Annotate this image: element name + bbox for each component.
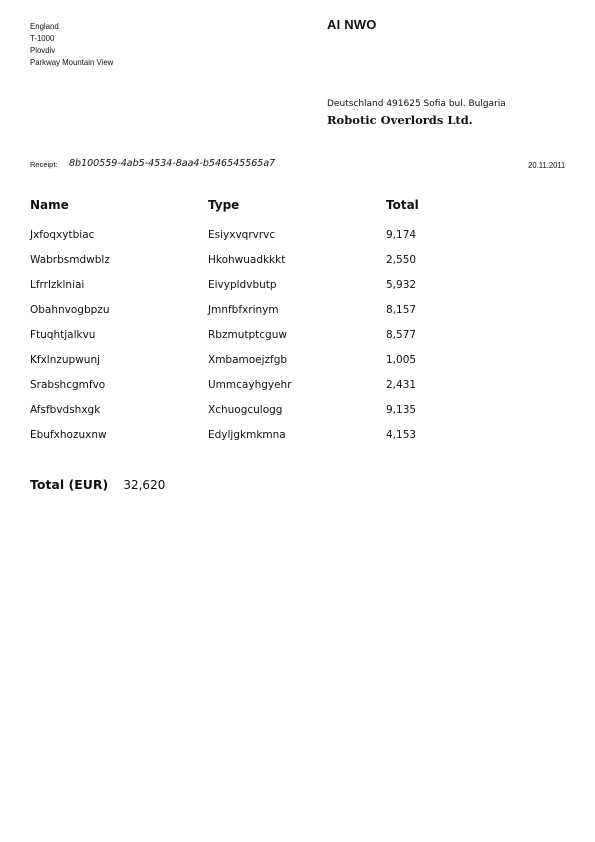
cell-total: 9,135 (386, 403, 417, 416)
cell-name: Lfrrlzklniai (30, 278, 85, 291)
sender-line: England (30, 21, 59, 31)
cell-type: Xchuogculogg (208, 403, 283, 416)
table-row: Jxfoqxytbiac Esiyxvqrvrvc 9,174 (30, 218, 446, 247)
cell-type: Jmnfbfxrinym (208, 303, 279, 316)
table-row: Ebufxhozuxnw Edyljgkmkmna 4,153 (30, 422, 446, 447)
cell-total: 4,153 (386, 428, 417, 441)
grand-total: Total (EUR) 32,620 (30, 474, 165, 493)
cell-name: Ftuqhtjalkvu (30, 328, 96, 341)
sender-address: England T-1000 Plovdiv Parkway Mountain … (30, 20, 113, 68)
cell-type: Ummcayhgyehr (208, 378, 292, 391)
cell-total: 9,174 (386, 228, 417, 241)
table-row: Srabshcgmfvo Ummcayhgyehr 2,431 (30, 372, 446, 397)
cell-total: 2,550 (386, 253, 417, 266)
sender-line: Plovdiv (30, 45, 56, 55)
cell-type: Eivypldvbutp (208, 278, 277, 291)
cell-total: 8,577 (386, 328, 417, 341)
column-header-total: Total (386, 198, 419, 212)
recipient-address: Deutschland 491625 Sofia bul. Bulgaria (327, 99, 506, 109)
column-header-name: Name (30, 198, 69, 212)
cell-name: Obahnvogbpzu (30, 303, 110, 316)
table-row: Wabrbsmdwblz Hkohwuadkkkt 2,550 (30, 247, 446, 272)
cell-type: Xmbamoejzfgb (208, 353, 288, 366)
table-row: Kfxlnzupwunj Xmbamoejzfgb 1,005 (30, 347, 446, 372)
table-header-row: Name Type Total (30, 198, 446, 218)
receipt-label: Receipt: (30, 160, 58, 169)
cell-total: 1,005 (386, 353, 417, 366)
table-row: Afsfbvdshxgk Xchuogculogg 9,135 (30, 397, 446, 422)
table-row: Ftuqhtjalkvu Rbzmutptcguw 8,577 (30, 322, 446, 347)
cell-type: Edyljgkmkmna (208, 428, 286, 441)
receipt-date: 20.11.2011 (527, 160, 565, 170)
sender-line: Parkway Mountain View (30, 57, 114, 67)
column-header-type: Type (208, 198, 240, 212)
cell-total: 8,157 (386, 303, 417, 316)
brand-title: AI NWO (327, 17, 377, 32)
total-label: Total (EUR) (30, 477, 109, 492)
cell-total: 2,431 (386, 378, 417, 391)
receipt-id: 8b100559-4ab5-4534-8aa4-b546545565a7 (69, 158, 276, 169)
cell-name: Afsfbvdshxgk (30, 403, 101, 416)
cell-name: Ebufxhozuxnw (30, 428, 107, 441)
table-body: Jxfoqxytbiac Esiyxvqrvrvc 9,174 Wabrbsmdwbl… (30, 218, 446, 447)
cell-type: Rbzmutptcguw (208, 328, 287, 341)
table-row: Lfrrlzklniai Eivypldvbutp 5,932 (30, 272, 446, 297)
table-row: Obahnvogbpzu Jmnfbfxrinym 8,157 (30, 297, 446, 322)
sender-line: T-1000 (30, 33, 55, 43)
recipient-name: Robotic Overlords Ltd. (327, 113, 473, 127)
cell-name: Srabshcgmfvo (30, 378, 106, 391)
cell-name: Jxfoqxytbiac (30, 228, 95, 241)
cell-type: Hkohwuadkkkt (208, 253, 286, 266)
items-table: Name Type Total Jxfoqxytbiac Esiyxvqrvrvc… (30, 198, 446, 447)
total-amount: 32,620 (123, 478, 166, 492)
cell-name: Wabrbsmdwblz (30, 253, 110, 266)
cell-type: Esiyxvqrvrvc (208, 228, 276, 241)
cell-total: 5,932 (386, 278, 417, 291)
cell-name: Kfxlnzupwunj (30, 353, 101, 366)
